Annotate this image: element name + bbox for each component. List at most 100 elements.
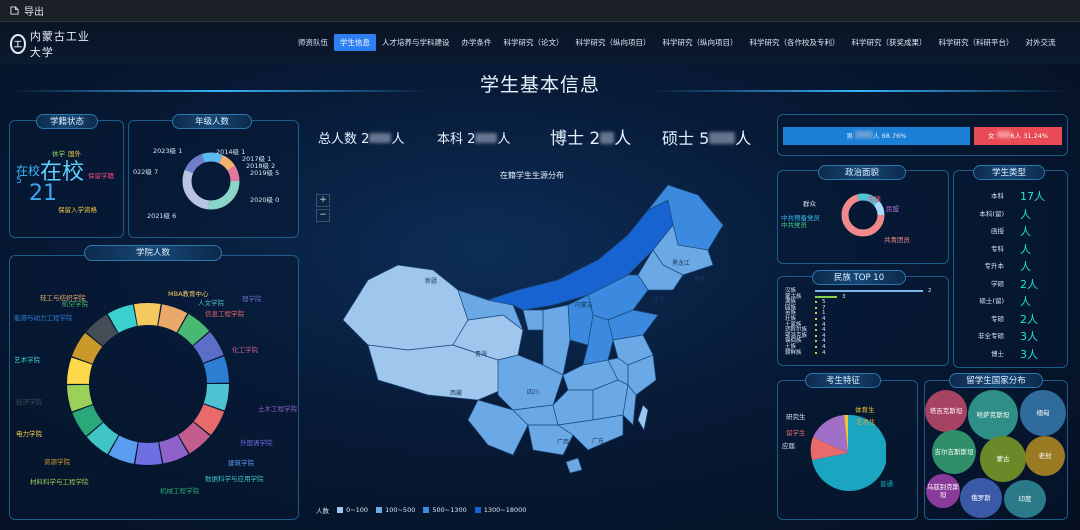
- ethnic-panel-title: 民族 TOP 10: [812, 270, 906, 285]
- ethnic-bar: [815, 329, 817, 332]
- map-label: 青海: [475, 351, 488, 358]
- gender-female-bar: 女 6人 31.24%: [974, 127, 1062, 145]
- intl-bubble[interactable]: 印度: [1004, 480, 1046, 518]
- type-label: 本科(留): [979, 209, 1004, 218]
- type-value: 人: [1020, 242, 1031, 256]
- features-label: 艺术生: [856, 418, 876, 426]
- map-legend: 人数 0~100 100~500 500~1300 1300~18000: [316, 505, 534, 515]
- features-label: 普通: [880, 480, 893, 488]
- map-label: 辽宁: [653, 297, 666, 304]
- ethnic-bar: [815, 334, 817, 337]
- college-label: 人文学院: [198, 299, 224, 307]
- intl-panel-title: 留学生国家分布: [949, 373, 1043, 388]
- features-label: 留学生: [786, 429, 806, 437]
- nav-tab[interactable]: 科学研究（论文）: [498, 34, 570, 51]
- intl-bubble[interactable]: 老挝: [1025, 436, 1065, 476]
- nav-tab[interactable]: 科学研究（各作校及专利）: [744, 34, 846, 51]
- map-label: 新疆: [425, 278, 438, 285]
- map-label: 广东: [592, 438, 605, 445]
- type-value: 3人: [1020, 330, 1038, 343]
- status-tag: 休学: [52, 150, 65, 158]
- nav-tab[interactable]: 科学研究（获奖成果）: [846, 34, 933, 51]
- china-map[interactable]: [338, 180, 738, 480]
- status-small-num: 5: [16, 176, 22, 186]
- summary-total: 总人数 2人: [318, 132, 405, 147]
- politics-label: 共青团员: [884, 236, 910, 244]
- college-panel-title: 学院人数: [84, 245, 222, 261]
- legend-text: 100~500: [385, 506, 416, 514]
- ethnic-bar: [815, 351, 817, 354]
- status-big-num: 21: [29, 181, 57, 206]
- map-legend-item[interactable]: 500~1300: [423, 506, 467, 514]
- export-label: 导出: [24, 7, 44, 18]
- college-label: 电力学院: [16, 430, 42, 438]
- type-value: 人: [1020, 207, 1031, 221]
- nav-tab[interactable]: 对外交流: [1020, 34, 1062, 51]
- nav-tab[interactable]: 师资队伍: [292, 34, 334, 51]
- intl-bubble[interactable]: 缅甸: [1020, 390, 1066, 436]
- college-label: 外国语学院: [240, 439, 273, 447]
- grade-label: 2023级 1: [153, 147, 183, 155]
- grade-label: 2014级 1: [216, 148, 246, 156]
- features-pie: [810, 415, 886, 491]
- politics-label: 中共党员: [781, 221, 807, 229]
- intl-bubble[interactable]: 哈萨克斯坦: [968, 390, 1018, 440]
- nav-tab[interactable]: 人才培养与学科建设: [376, 34, 456, 51]
- ethnic-label: 朝鲜族: [785, 349, 802, 356]
- college-label: 化工学院: [232, 346, 258, 354]
- logo-text: 内蒙古工业大学: [29, 30, 90, 59]
- grade-donut: [182, 152, 240, 210]
- features-panel-title: 考生特征: [805, 373, 881, 388]
- type-label: 非全专硕: [978, 332, 1004, 340]
- college-label: 数据科学与应用学院: [205, 475, 264, 483]
- summary-undergrad: 本科 2人: [437, 132, 511, 147]
- ethnic-bar: [815, 346, 817, 348]
- college-label: 材料科学与工程学院: [30, 478, 89, 486]
- nav-tab[interactable]: 科学研究（纵向项目）: [570, 34, 657, 51]
- type-value: 人: [1020, 260, 1031, 273]
- nav-tab[interactable]: 学生信息: [334, 34, 376, 51]
- zoom-in-button[interactable]: +: [316, 194, 330, 207]
- grade-label: 2020级 0: [250, 196, 280, 204]
- map-legend-item[interactable]: 1300~18000: [474, 506, 527, 514]
- map-legend-label: 人数: [316, 507, 329, 515]
- type-value: 3人: [1020, 347, 1038, 361]
- legend-swatch: [423, 507, 430, 513]
- legend-text: 0~100: [346, 506, 369, 514]
- intl-bubble[interactable]: 俄罗斯: [960, 478, 1002, 518]
- map-legend-item[interactable]: 100~500: [376, 506, 415, 514]
- status-tag: 保留入学资格: [58, 206, 97, 214]
- legend-swatch: [376, 507, 383, 513]
- export-button[interactable]: 导出: [10, 3, 44, 18]
- intl-bubble[interactable]: 乌兹别克斯坦: [926, 474, 960, 508]
- type-label: 博士: [991, 349, 1004, 358]
- ethnic-bar: [815, 295, 837, 298]
- intl-bubble[interactable]: 塔吉克斯坦: [925, 390, 967, 432]
- intl-bubble[interactable]: 蒙古: [980, 436, 1026, 482]
- zoom-out-button[interactable]: −: [316, 209, 330, 222]
- politics-label: 民建: [868, 195, 881, 203]
- type-label: 学硕: [991, 279, 1004, 288]
- map-label: 西藏: [450, 390, 463, 397]
- grade-label: 2021级 6: [147, 212, 177, 220]
- grade-label: 022级 7: [133, 168, 159, 176]
- intl-bubble[interactable]: 吉尔吉斯斯坦: [932, 430, 976, 474]
- college-label: 经济学院: [16, 398, 42, 406]
- college-donut: [67, 303, 229, 465]
- status-tag: 国外: [68, 150, 81, 158]
- nav-tab[interactable]: 科学研究（科研平台）: [933, 34, 1020, 51]
- map-legend-item[interactable]: 0~100: [337, 506, 368, 514]
- ethnic-bar: [815, 312, 817, 315]
- status-tag: 保留学籍: [88, 172, 114, 180]
- legend-swatch: [474, 507, 481, 513]
- features-label: 应届: [782, 442, 795, 450]
- nav-tab[interactable]: 科学研究（纵向项目）: [657, 34, 744, 51]
- map-label: 黑龙江: [672, 260, 691, 267]
- college-label: 艺术学院: [14, 356, 40, 364]
- college-label: 理学院: [242, 295, 262, 303]
- student-type-title: 学生类型: [973, 165, 1045, 180]
- map-label: 四川: [527, 389, 540, 396]
- nav-tab[interactable]: 办学条件: [456, 34, 498, 51]
- legend-text: 1300~18000: [483, 506, 527, 514]
- college-label: 建筑学院: [228, 459, 254, 467]
